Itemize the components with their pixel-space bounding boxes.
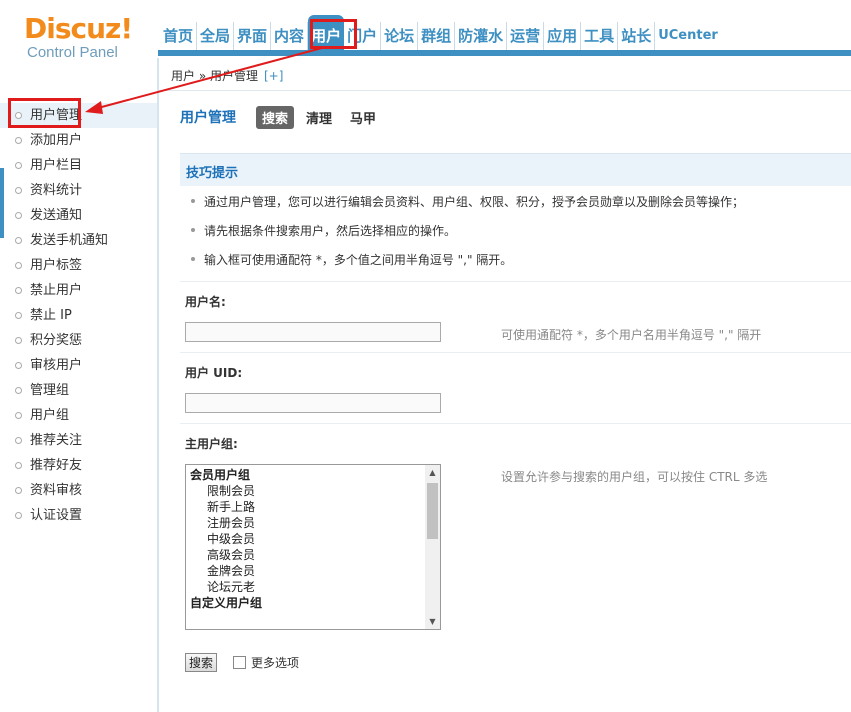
group-option[interactable]: 中级会员 [186,531,424,547]
breadcrumb-text: 用户 » 用户管理 [171,69,258,83]
group-option-header: 会员用户组 [190,468,251,482]
nav-founder[interactable]: 站长 [618,22,656,50]
username-label: 用户名: [185,295,226,309]
user-group-listbox[interactable]: 会员用户组 限制会员 新手上路 注册会员 中级会员 高级会员 金牌会员 论坛元老… [185,464,441,630]
scrollbar-thumb[interactable] [427,483,438,539]
tab-search[interactable]: 搜索 [256,105,295,129]
top-nav: 首页 全局 界面 内容 用户 门户 论坛 群组 防灌水 运营 应用 工具 站长 … [160,15,721,50]
group-label: 主用户组: [185,437,238,451]
tip-item: 通过用户管理，您可以进行编辑会员资料、用户组、权限、积分，授予会员勋章以及删除会… [190,193,850,222]
nav-group[interactable]: 群组 [418,22,456,50]
sidebar-item-profile-stats[interactable]: 资料统计 [0,178,157,203]
uid-input[interactable] [185,393,441,413]
tab-clean[interactable]: 清理 [300,106,338,129]
page-title: 用户管理 [180,110,236,126]
username-hint: 可使用通配符 *，多个用户名用半角逗号 "," 隔开 [501,328,762,342]
tips-title: 技巧提示 [186,166,239,181]
nav-tools[interactable]: 工具 [581,22,619,50]
page-title-row: 用户管理 搜索 清理 马甲 [180,105,388,129]
scroll-down-arrow-icon[interactable]: ▼ [425,614,440,629]
sidebar-item-recommend-friends[interactable]: 推荐好友 [0,453,157,478]
annotation-box-nav [310,19,357,49]
sidebar-item-profile-review[interactable]: 资料审核 [0,478,157,503]
sidebar-item-recommend-follow[interactable]: 推荐关注 [0,428,157,453]
sidebar-item-user-groups[interactable]: 用户组 [0,403,157,428]
sidebar-item-user-fields[interactable]: 用户栏目 [0,153,157,178]
header: Discuz! Control Panel 首页 全局 界面 内容 用户 门户 … [0,0,851,61]
tips-list: 通过用户管理，您可以进行编辑会员资料、用户组、权限、积分，授予会员勋章以及删除会… [190,193,850,280]
uid-label: 用户 UID: [185,366,243,380]
nav-forum[interactable]: 论坛 [381,22,419,50]
sidebar-item-verify-settings[interactable]: 认证设置 [0,503,157,528]
group-hint: 设置允许参与搜索的用户组，可以按住 CTRL 多选 [501,470,768,484]
divider [180,281,851,282]
nav-interface[interactable]: 界面 [234,22,272,50]
group-option[interactable]: 新手上路 [186,499,424,515]
logo-title: Discuz! [24,12,133,45]
sidebar-item-moderate-users[interactable]: 审核用户 [0,353,157,378]
group-option[interactable]: 金牌会员 [186,563,424,579]
divider [180,352,851,353]
sidebar-item-user-tags[interactable]: 用户标签 [0,253,157,278]
nav-operation[interactable]: 运营 [507,22,545,50]
sidebar-item-credits[interactable]: 积分奖惩 [0,328,157,353]
more-options-label: 更多选项 [251,656,300,670]
breadcrumb: 用户 » 用户管理 [+] [171,67,283,84]
tip-item: 输入框可使用通配符 *，多个值之间用半角逗号 "," 隔开。 [190,251,850,280]
sidebar-item-admin-groups[interactable]: 管理组 [0,378,157,403]
more-options-checkbox[interactable] [233,656,246,669]
group-option[interactable]: 高级会员 [186,547,424,563]
group-option[interactable]: 注册会员 [186,515,424,531]
tip-item: 请先根据条件搜索用户，然后选择相应的操作。 [190,222,850,251]
add-shortcut-link[interactable]: [+] [264,69,283,83]
listbox-scrollbar[interactable]: ▲ ▼ [425,465,440,629]
user-group-options: 会员用户组 限制会员 新手上路 注册会员 中级会员 高级会员 金牌会员 论坛元老… [186,467,424,611]
breadcrumb-bar: 用户 » 用户管理 [+] [159,58,851,91]
logo[interactable]: Discuz! Control Panel [24,12,133,62]
search-button[interactable]: 搜索 [185,653,218,672]
sidebar-item-send-sms[interactable]: 发送手机通知 [0,228,157,253]
sidebar-menu: 用户管理 添加用户 用户栏目 资料统计 发送通知 发送手机通知 用户标签 禁止用… [0,103,157,528]
more-options[interactable]: 更多选项 [233,654,299,671]
group-option[interactable]: 限制会员 [186,483,424,499]
nav-content[interactable]: 内容 [271,22,309,50]
annotation-box-sidebar [8,98,81,128]
nav-antispam[interactable]: 防灌水 [455,22,508,50]
group-option[interactable]: 论坛元老 [186,579,424,595]
divider [180,423,851,424]
nav-ucenter[interactable]: UCenter [655,22,721,50]
nav-underline [158,50,851,56]
tips-header: 技巧提示 [180,153,851,186]
nav-global[interactable]: 全局 [197,22,235,50]
sidebar-item-ban-ip[interactable]: 禁止 IP [0,303,157,328]
scroll-up-arrow-icon[interactable]: ▲ [425,465,440,480]
sidebar-item-add-user[interactable]: 添加用户 [0,128,157,153]
tab-vest[interactable]: 马甲 [344,106,382,129]
username-input[interactable] [185,322,441,342]
group-option-header: 自定义用户组 [190,596,263,610]
sidebar: 用户管理 添加用户 用户栏目 资料统计 发送通知 发送手机通知 用户标签 禁止用… [0,58,159,712]
sidebar-item-send-notice[interactable]: 发送通知 [0,203,157,228]
nav-home[interactable]: 首页 [160,22,198,50]
sidebar-item-ban-user[interactable]: 禁止用户 [0,278,157,303]
nav-app[interactable]: 应用 [544,22,582,50]
